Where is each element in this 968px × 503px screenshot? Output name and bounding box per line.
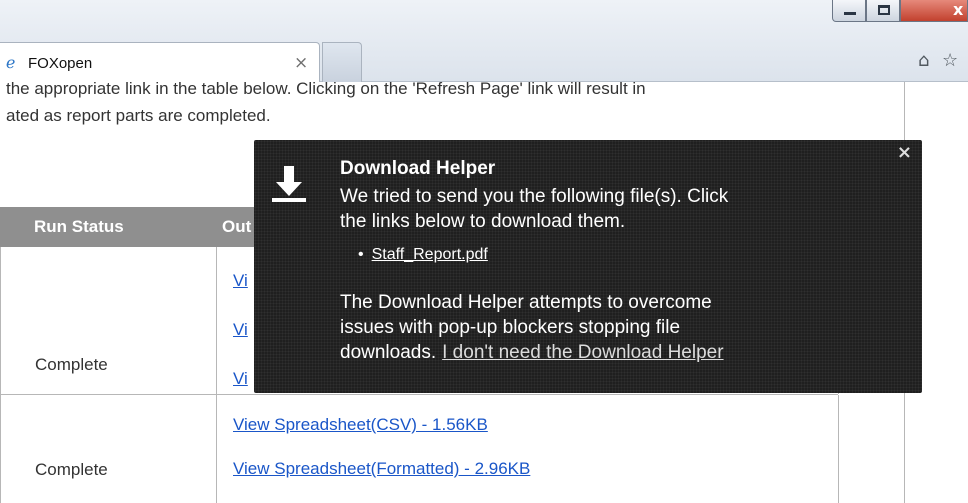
- helper-info-line-1: The Download Helper attempts to overcome: [340, 292, 712, 313]
- download-icon: [272, 166, 306, 202]
- download-helper-popup: × Download Helper We tried to send you t…: [254, 140, 922, 393]
- table-row: Complete View Spreadsheet(CSV) - 1.56KB …: [0, 395, 839, 503]
- close-window-button[interactable]: x: [900, 0, 968, 22]
- intro-text: the appropriate link in the table below.…: [6, 79, 866, 129]
- status-cell: Complete: [1, 395, 217, 503]
- header-output: Out: [222, 217, 252, 236]
- browser-chrome: x ℯ FOXopen × ⌂ ☆: [0, 0, 968, 82]
- intro-line-2: ated as report parts are completed.: [6, 106, 271, 125]
- output-link[interactable]: Vi: [233, 320, 248, 340]
- helper-info-line-3: downloads. I don't need the Download Help…: [340, 340, 724, 365]
- helper-title: Download Helper: [340, 158, 496, 179]
- star-icon[interactable]: ☆: [942, 50, 958, 71]
- maximize-button[interactable]: [866, 0, 900, 22]
- dismiss-helper-link[interactable]: I don't need the Download Helper: [442, 342, 723, 363]
- close-icon[interactable]: ×: [897, 142, 912, 163]
- close-icon: x: [953, 0, 964, 19]
- tab-title: FOXopen: [28, 55, 93, 72]
- output-cell: View Spreadsheet(CSV) - 1.56KB View Spre…: [217, 395, 839, 503]
- status-text: Complete: [35, 355, 108, 374]
- file-download-link[interactable]: Staff_Report.pdf: [372, 246, 488, 263]
- helper-message-line-1: We tried to send you the following file(…: [340, 186, 729, 207]
- minimize-button[interactable]: [832, 0, 866, 22]
- output-link[interactable]: Vi: [233, 271, 248, 291]
- home-icon[interactable]: ⌂: [918, 50, 929, 71]
- intro-line-1: the appropriate link in the table below.…: [6, 79, 646, 98]
- bullet-icon: •: [358, 246, 364, 263]
- helper-info-line-2: issues with pop-up blockers stopping fil…: [340, 317, 681, 338]
- ie-favicon-icon: ℯ: [6, 53, 16, 72]
- helper-info-text: downloads.: [340, 342, 437, 363]
- file-list-item: • Staff_Report.pdf: [358, 246, 488, 264]
- view-formatted-link[interactable]: View Spreadsheet(Formatted) - 2.96KB: [233, 459, 530, 479]
- view-csv-link[interactable]: View Spreadsheet(CSV) - 1.56KB: [233, 415, 488, 435]
- minimize-icon: [844, 12, 856, 15]
- output-link[interactable]: Vi: [233, 369, 248, 389]
- status-text: Complete: [35, 460, 108, 479]
- header-run-status: Run Status: [34, 217, 124, 236]
- tab-close-icon[interactable]: ×: [294, 53, 308, 73]
- maximize-icon: [878, 5, 890, 15]
- helper-message-line-2: the links below to download them.: [340, 211, 626, 232]
- status-cell: Complete: [1, 247, 217, 394]
